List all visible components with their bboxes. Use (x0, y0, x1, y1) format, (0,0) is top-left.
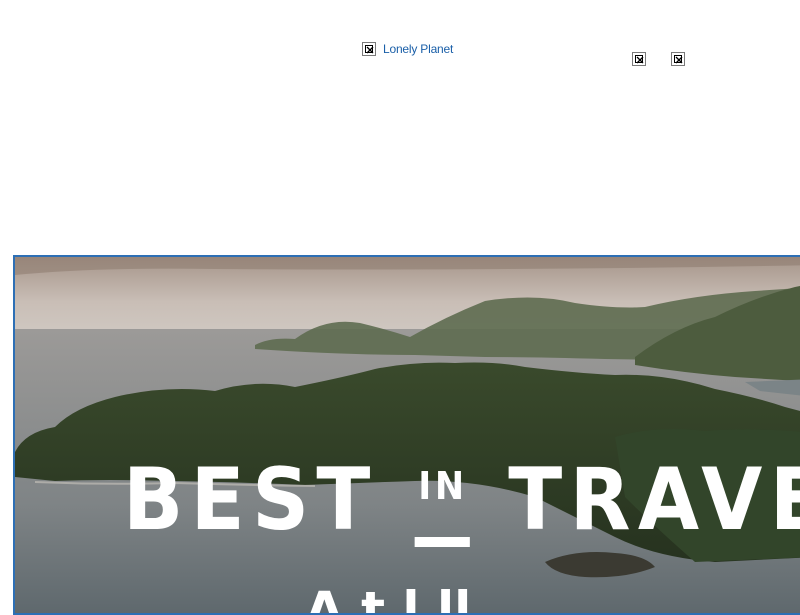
title-in: IN (414, 464, 470, 547)
logo-alt-text: Lonely Planet (383, 42, 454, 56)
broken-image-icon[interactable] (671, 52, 685, 66)
title-travel: TRAVE (508, 450, 800, 550)
hero-subtitle: A t l ll (305, 581, 472, 615)
broken-image-icon (362, 42, 376, 56)
lonely-planet-logo-link[interactable]: Lonely Planet (362, 42, 453, 56)
title-best: BEST (123, 450, 378, 550)
island-landscape-image (15, 257, 800, 613)
best-in-travel-title: BEST IN TRAVE (123, 457, 800, 547)
best-in-travel-hero-banner[interactable]: BEST IN TRAVE A t l ll (13, 255, 800, 615)
broken-image-icon[interactable] (632, 52, 646, 66)
